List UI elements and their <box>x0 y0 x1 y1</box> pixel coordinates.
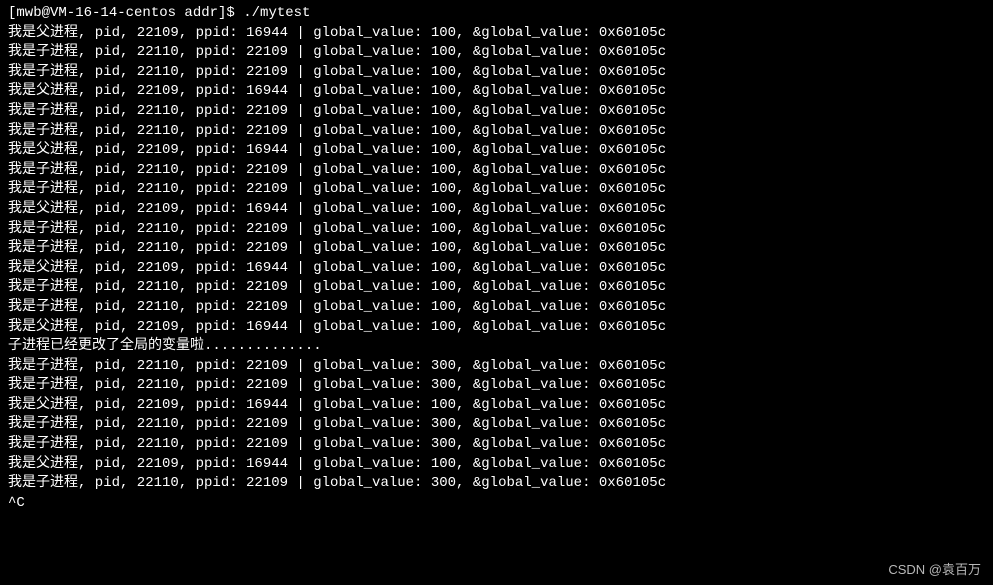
shell-prompt: [mwb@VM-16-14-centos addr]$ <box>8 5 243 21</box>
terminal-output-line: 我是父进程, pid, 22109, ppid: 16944 | global_… <box>8 200 985 220</box>
terminal-output-line: 我是子进程, pid, 22110, ppid: 22109 | global_… <box>8 220 985 240</box>
terminal-output-after: 我是子进程, pid, 22110, ppid: 22109 | global_… <box>8 357 985 494</box>
watermark-text: CSDN @袁百万 <box>888 561 981 579</box>
terminal-output-line: 我是子进程, pid, 22110, ppid: 22109 | global_… <box>8 180 985 200</box>
terminal-output-line: 我是父进程, pid, 22109, ppid: 16944 | global_… <box>8 259 985 279</box>
terminal-output-line: 我是子进程, pid, 22110, ppid: 22109 | global_… <box>8 239 985 259</box>
terminal-output-line: 我是父进程, pid, 22109, ppid: 16944 | global_… <box>8 396 985 416</box>
terminal-output-line: 我是子进程, pid, 22110, ppid: 22109 | global_… <box>8 415 985 435</box>
terminal-output-line: 我是子进程, pid, 22110, ppid: 22109 | global_… <box>8 63 985 83</box>
terminal-output-line: 我是父进程, pid, 22109, ppid: 16944 | global_… <box>8 455 985 475</box>
terminal-output-line: 我是父进程, pid, 22109, ppid: 16944 | global_… <box>8 141 985 161</box>
terminal-output-line: 我是子进程, pid, 22110, ppid: 22109 | global_… <box>8 43 985 63</box>
terminal-output-line: 我是子进程, pid, 22110, ppid: 22109 | global_… <box>8 376 985 396</box>
terminal-output-before: 我是父进程, pid, 22109, ppid: 16944 | global_… <box>8 24 985 338</box>
shell-prompt-line[interactable]: [mwb@VM-16-14-centos addr]$ ./mytest <box>8 4 985 24</box>
terminal-output-line: 我是子进程, pid, 22110, ppid: 22109 | global_… <box>8 161 985 181</box>
interrupt-line: ^C <box>8 494 985 514</box>
terminal-output-line: 我是子进程, pid, 22110, ppid: 22109 | global_… <box>8 102 985 122</box>
terminal-output-line: 我是子进程, pid, 22110, ppid: 22109 | global_… <box>8 435 985 455</box>
terminal-output-line: 我是父进程, pid, 22109, ppid: 16944 | global_… <box>8 82 985 102</box>
terminal-output-line: 我是子进程, pid, 22110, ppid: 22109 | global_… <box>8 278 985 298</box>
terminal-output-line: 我是子进程, pid, 22110, ppid: 22109 | global_… <box>8 298 985 318</box>
shell-command: ./mytest <box>243 5 310 21</box>
terminal-output-line: 我是子进程, pid, 22110, ppid: 22109 | global_… <box>8 122 985 142</box>
terminal-output-line: 我是父进程, pid, 22109, ppid: 16944 | global_… <box>8 24 985 44</box>
change-message-line: 子进程已经更改了全局的变量啦.............. <box>8 337 985 357</box>
terminal-output-line: 我是子进程, pid, 22110, ppid: 22109 | global_… <box>8 474 985 494</box>
terminal-output-line: 我是父进程, pid, 22109, ppid: 16944 | global_… <box>8 318 985 338</box>
terminal-output-line: 我是子进程, pid, 22110, ppid: 22109 | global_… <box>8 357 985 377</box>
